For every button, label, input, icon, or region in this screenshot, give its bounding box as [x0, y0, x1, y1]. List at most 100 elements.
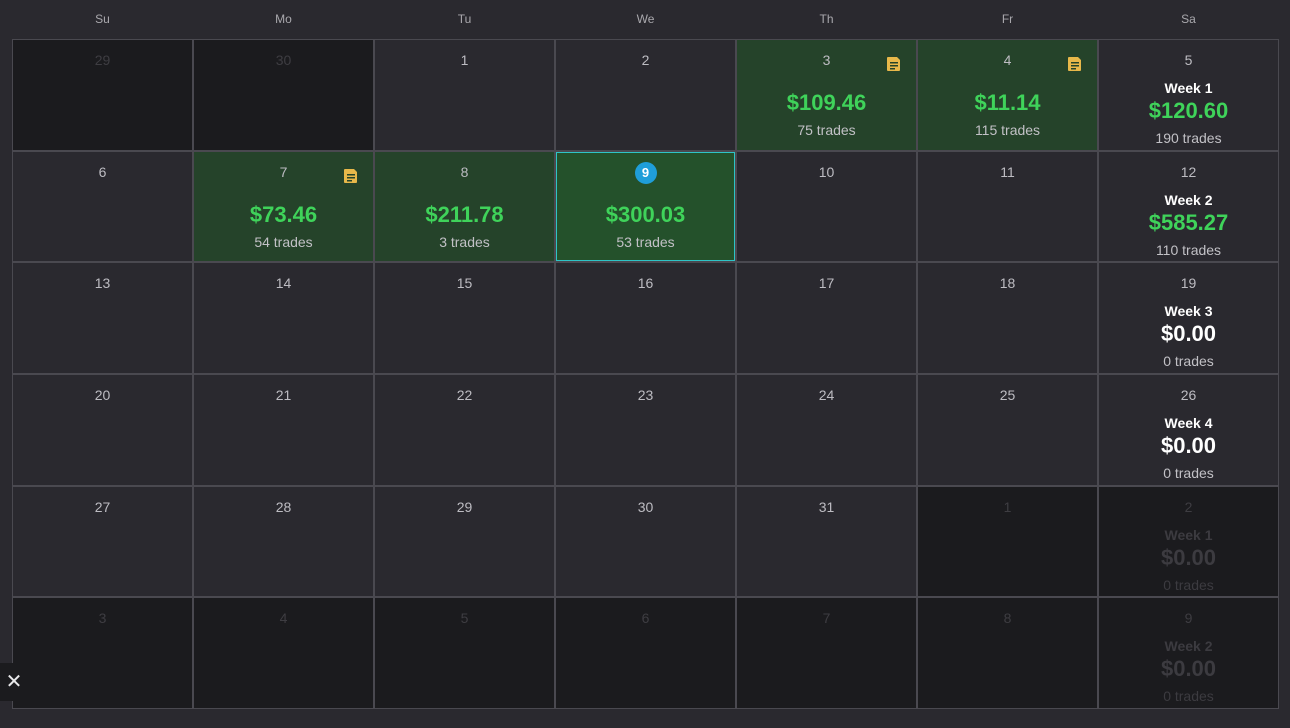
day-cell[interactable]: 3 — [13, 598, 192, 708]
day-number-text: 23 — [637, 386, 654, 403]
day-cell[interactable]: 18 — [918, 263, 1097, 373]
day-cell[interactable]: 27 — [13, 486, 192, 597]
weekday-th: Th — [819, 12, 834, 26]
day-number: 9 — [556, 161, 735, 184]
day-pnl: $211.78 — [425, 201, 504, 227]
day-cell[interactable]: 3 $109.46 75 trades — [737, 40, 916, 150]
note-icon[interactable] — [343, 168, 359, 184]
day-cell[interactable]: 8 $211.78 3 trades — [375, 151, 554, 262]
day-number-text: 18 — [999, 275, 1016, 292]
week-summary-cell[interactable]: 9 Week 2 $0.00 0 trades — [1099, 598, 1278, 708]
weekday-mo: Mo — [275, 12, 292, 26]
day-number-text: 15 — [456, 275, 473, 292]
week-pnl: $0.00 — [1160, 544, 1217, 570]
day-number: 7 — [737, 610, 916, 626]
day-cell[interactable]: 1 — [918, 486, 1097, 597]
day-cell[interactable]: 6 — [556, 598, 735, 708]
day-cell[interactable]: 5 — [375, 598, 554, 708]
week-label: Week 2 — [1164, 191, 1213, 208]
day-cell[interactable]: 7 $73.46 54 trades — [194, 151, 373, 262]
day-number-text: 11 — [1000, 163, 1015, 180]
day-cell[interactable]: 10 — [737, 151, 916, 262]
day-cell[interactable]: 9 $300.03 53 trades — [556, 151, 735, 262]
day-number-text: 24 — [818, 386, 835, 403]
day-number: 14 — [194, 275, 373, 291]
day-number-text: 8 — [1003, 610, 1012, 627]
week-trades: 0 trades — [1163, 353, 1214, 370]
day-number: 8 — [375, 164, 554, 180]
day-cell[interactable]: 23 — [556, 374, 735, 485]
day-number-text: 16 — [637, 275, 654, 292]
day-cell[interactable]: 4 $11.14 115 trades — [918, 40, 1097, 150]
week-summary-cell[interactable]: 19 Week 3 $0.00 0 trades — [1099, 263, 1278, 373]
day-number-text: 21 — [275, 386, 292, 403]
day-number: 29 — [13, 52, 192, 68]
day-trades: 115 trades — [974, 122, 1041, 138]
day-cell[interactable]: 2 — [556, 40, 735, 150]
day-cell[interactable]: 31 — [737, 486, 916, 597]
day-pnl: $109.46 — [786, 90, 867, 115]
day-cell[interactable]: 21 — [194, 374, 373, 485]
week-label: Week 1 — [1164, 526, 1213, 543]
day-number: 3 — [13, 610, 192, 626]
day-cell[interactable]: 14 — [194, 263, 373, 373]
note-icon[interactable] — [886, 56, 902, 72]
day-cell[interactable]: 15 — [375, 263, 554, 373]
day-cell[interactable]: 29 — [13, 40, 192, 150]
day-number-text: 1 — [1003, 498, 1012, 515]
day-cell[interactable]: 24 — [737, 374, 916, 485]
day-number: 5 — [1184, 52, 1193, 68]
day-cell[interactable]: 16 — [556, 263, 735, 373]
day-number-text: 3 — [98, 610, 107, 627]
day-cell[interactable]: 7 — [737, 598, 916, 708]
day-cell[interactable]: 30 — [194, 40, 373, 150]
week-summary-cell[interactable]: 12 Week 2 $585.27 110 trades — [1099, 151, 1278, 262]
day-number: 8 — [918, 610, 1097, 626]
day-number-text: 31 — [818, 498, 835, 515]
day-number-text: 3 — [822, 52, 831, 68]
day-number: 31 — [737, 499, 916, 515]
day-number: 10 — [737, 164, 916, 180]
day-cell[interactable]: 25 — [918, 374, 1097, 485]
day-cell[interactable]: 17 — [737, 263, 916, 373]
note-icon[interactable] — [1067, 56, 1083, 72]
day-number: 4 — [194, 610, 373, 626]
weekday-su: Su — [95, 12, 110, 26]
week-label: Week 4 — [1164, 414, 1213, 431]
day-number: 26 — [1180, 386, 1197, 403]
week-summary-cell[interactable]: 26 Week 4 $0.00 0 trades — [1099, 374, 1278, 485]
day-number-text: 22 — [456, 386, 473, 403]
day-cell[interactable]: 1 — [375, 40, 554, 150]
week-trades: 0 trades — [1163, 688, 1214, 705]
day-cell[interactable]: 28 — [194, 486, 373, 597]
weekday-we: We — [636, 12, 655, 26]
day-trades: 75 trades — [797, 122, 856, 138]
day-cell[interactable]: 30 — [556, 486, 735, 597]
weekday-tu: Tu — [457, 12, 472, 26]
day-cell[interactable]: 13 — [13, 263, 192, 373]
day-number: 16 — [556, 275, 735, 291]
day-cell[interactable]: 8 — [918, 598, 1097, 708]
day-cell[interactable]: 11 — [918, 151, 1097, 262]
day-number-text: 28 — [275, 498, 292, 515]
day-number-text: 29 — [456, 498, 473, 515]
day-cell[interactable]: 4 — [194, 598, 373, 708]
day-number-text: 2 — [641, 52, 650, 68]
day-number: 12 — [1180, 163, 1197, 180]
day-number: 2 — [1184, 498, 1193, 515]
day-cell[interactable]: 20 — [13, 374, 192, 485]
close-button[interactable]: ✕ — [0, 663, 28, 701]
week-summary-cell[interactable]: 5 Week 1 $120.60 190 trades — [1099, 40, 1278, 150]
day-number: 22 — [375, 387, 554, 403]
day-number: 20 — [13, 387, 192, 403]
week-trades: 190 trades — [1155, 130, 1222, 146]
day-cell[interactable]: 22 — [375, 374, 554, 485]
day-cell[interactable]: 6 — [13, 151, 192, 262]
day-pnl: $73.46 — [249, 201, 318, 227]
day-number-text: 6 — [98, 163, 107, 180]
week-summary-cell[interactable]: 2 Week 1 $0.00 0 trades — [1099, 486, 1278, 597]
day-number-text: 4 — [1003, 52, 1012, 68]
week-trades: 0 trades — [1163, 576, 1214, 593]
day-pnl: $300.03 — [605, 201, 686, 227]
day-cell[interactable]: 29 — [375, 486, 554, 597]
